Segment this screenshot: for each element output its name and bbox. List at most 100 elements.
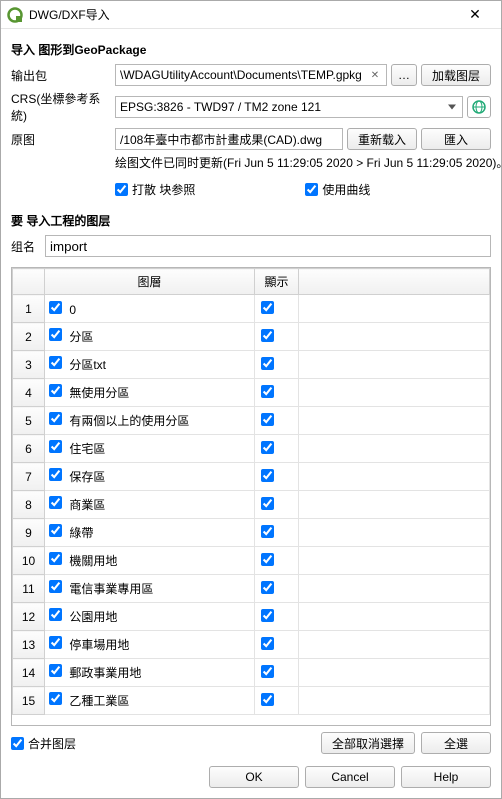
layer-visible-checkbox[interactable]: [261, 441, 274, 454]
layer-visible-checkbox[interactable]: [261, 469, 274, 482]
visible-cell[interactable]: [255, 687, 299, 715]
layer-enable-checkbox[interactable]: [49, 328, 62, 341]
cancel-button[interactable]: Cancel: [305, 766, 395, 788]
layer-cell[interactable]: 商業區: [45, 491, 255, 519]
group-name-input[interactable]: [45, 235, 491, 257]
visible-cell[interactable]: [255, 547, 299, 575]
layer-cell[interactable]: 分區: [45, 323, 255, 351]
layer-cell[interactable]: 住宅區: [45, 435, 255, 463]
layer-visible-checkbox[interactable]: [261, 637, 274, 650]
scatter-checkbox-input[interactable]: [115, 183, 128, 196]
layer-visible-checkbox[interactable]: [261, 665, 274, 678]
crs-picker-button[interactable]: [467, 96, 491, 118]
layer-visible-checkbox[interactable]: [261, 497, 274, 510]
layer-cell[interactable]: 0: [45, 295, 255, 323]
reload-button[interactable]: 重新载入: [347, 128, 417, 150]
layer-cell[interactable]: 有兩個以上的使用分區: [45, 407, 255, 435]
merge-checkbox[interactable]: 合并图层: [11, 735, 76, 752]
layer-enable-checkbox[interactable]: [49, 636, 62, 649]
layer-cell[interactable]: 乙種工業區: [45, 687, 255, 715]
table-row[interactable]: 6 住宅區: [13, 435, 490, 463]
visible-cell[interactable]: [255, 379, 299, 407]
curves-checkbox[interactable]: 使用曲线: [305, 181, 370, 198]
import-button[interactable]: 匯入: [421, 128, 491, 150]
close-icon[interactable]: ✕: [455, 6, 495, 23]
table-row[interactable]: 5 有兩個以上的使用分區: [13, 407, 490, 435]
layers-table-scroll[interactable]: 图層 顯示 1 02 分區3 分區txt4 無使用分區5 有兩個以上的使用分區6…: [12, 268, 490, 725]
layer-cell[interactable]: 郵政事業用地: [45, 659, 255, 687]
visible-cell[interactable]: [255, 323, 299, 351]
layer-enable-checkbox[interactable]: [49, 356, 62, 369]
layer-cell[interactable]: 無使用分區: [45, 379, 255, 407]
visible-cell[interactable]: [255, 435, 299, 463]
merge-checkbox-input[interactable]: [11, 737, 24, 750]
visible-cell[interactable]: [255, 491, 299, 519]
crs-select[interactable]: EPSG:3826 - TWD97 / TM2 zone 121: [115, 96, 463, 118]
layer-enable-checkbox[interactable]: [49, 384, 62, 397]
ok-button[interactable]: OK: [209, 766, 299, 788]
visible-cell[interactable]: [255, 519, 299, 547]
layer-visible-checkbox[interactable]: [261, 329, 274, 342]
table-row[interactable]: 15 乙種工業區: [13, 687, 490, 715]
help-button[interactable]: Help: [401, 766, 491, 788]
table-row[interactable]: 10 機關用地: [13, 547, 490, 575]
output-pkg-field[interactable]: \WDAGUtilityAccount\Documents\TEMP.gpkg …: [115, 64, 387, 86]
source-field[interactable]: /108年臺中市都市計畫成果(CAD).dwg: [115, 128, 343, 150]
select-all-button[interactable]: 全選: [421, 732, 491, 754]
clear-output-icon[interactable]: ✕: [367, 67, 383, 83]
browse-output-button[interactable]: …: [391, 64, 417, 86]
layer-enable-checkbox[interactable]: [49, 664, 62, 677]
layer-cell[interactable]: 電信事業專用區: [45, 575, 255, 603]
visible-cell[interactable]: [255, 351, 299, 379]
visible-cell[interactable]: [255, 295, 299, 323]
table-row[interactable]: 1 0: [13, 295, 490, 323]
layer-visible-checkbox[interactable]: [261, 693, 274, 706]
layer-visible-checkbox[interactable]: [261, 413, 274, 426]
layer-enable-checkbox[interactable]: [49, 580, 62, 593]
layer-visible-checkbox[interactable]: [261, 385, 274, 398]
layer-enable-checkbox[interactable]: [49, 412, 62, 425]
curves-checkbox-input[interactable]: [305, 183, 318, 196]
table-row[interactable]: 4 無使用分區: [13, 379, 490, 407]
layer-cell[interactable]: 分區txt: [45, 351, 255, 379]
layer-cell[interactable]: 停車場用地: [45, 631, 255, 659]
visible-cell[interactable]: [255, 631, 299, 659]
layer-cell[interactable]: 保存區: [45, 463, 255, 491]
spacer-cell: [299, 295, 490, 323]
table-row[interactable]: 14 郵政事業用地: [13, 659, 490, 687]
scatter-checkbox[interactable]: 打散 块参照: [115, 181, 195, 198]
layer-enable-checkbox[interactable]: [49, 301, 62, 314]
layer-visible-checkbox[interactable]: [261, 525, 274, 538]
layer-enable-checkbox[interactable]: [49, 496, 62, 509]
table-row[interactable]: 11 電信事業專用區: [13, 575, 490, 603]
table-row[interactable]: 12 公園用地: [13, 603, 490, 631]
visible-cell[interactable]: [255, 659, 299, 687]
layer-cell[interactable]: 機關用地: [45, 547, 255, 575]
layer-visible-checkbox[interactable]: [261, 581, 274, 594]
visible-cell[interactable]: [255, 407, 299, 435]
layer-enable-checkbox[interactable]: [49, 692, 62, 705]
layer-enable-checkbox[interactable]: [49, 440, 62, 453]
layer-cell[interactable]: 綠帶: [45, 519, 255, 547]
layer-enable-checkbox[interactable]: [49, 608, 62, 621]
table-row[interactable]: 8 商業區: [13, 491, 490, 519]
visible-cell[interactable]: [255, 463, 299, 491]
deselect-all-button[interactable]: 全部取消選擇: [321, 732, 415, 754]
table-row[interactable]: 7 保存區: [13, 463, 490, 491]
layer-visible-checkbox[interactable]: [261, 301, 274, 314]
layer-enable-checkbox[interactable]: [49, 552, 62, 565]
layer-cell[interactable]: 公園用地: [45, 603, 255, 631]
row-number: 13: [13, 631, 45, 659]
load-layers-button[interactable]: 加载图层: [421, 64, 491, 86]
visible-cell[interactable]: [255, 603, 299, 631]
layer-enable-checkbox[interactable]: [49, 524, 62, 537]
table-row[interactable]: 9 綠帶: [13, 519, 490, 547]
visible-cell[interactable]: [255, 575, 299, 603]
layer-enable-checkbox[interactable]: [49, 468, 62, 481]
table-row[interactable]: 3 分區txt: [13, 351, 490, 379]
layer-visible-checkbox[interactable]: [261, 609, 274, 622]
layer-visible-checkbox[interactable]: [261, 357, 274, 370]
table-row[interactable]: 13 停車場用地: [13, 631, 490, 659]
layer-visible-checkbox[interactable]: [261, 553, 274, 566]
table-row[interactable]: 2 分區: [13, 323, 490, 351]
